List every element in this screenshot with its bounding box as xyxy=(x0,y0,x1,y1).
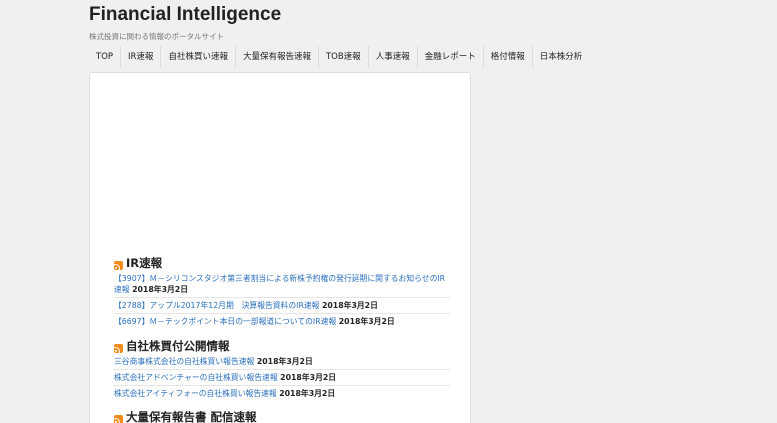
section-title: 大量保有報告書 配信速報 xyxy=(126,410,257,423)
main-nav: TOP IR速報 自社株買い速報 大量保有報告速報 TOB速報 人事速報 金融レ… xyxy=(89,46,589,68)
rss-icon[interactable] xyxy=(114,343,123,353)
news-date: 2018年3月2日 xyxy=(338,317,395,326)
news-date: 2018年3月2日 xyxy=(279,389,336,398)
news-link[interactable]: 三谷商事株式会社の自社株買い報告速報 xyxy=(114,357,254,366)
nav-rating[interactable]: 格付情報 xyxy=(484,46,533,68)
site-title[interactable]: Financial Intelligence xyxy=(89,4,281,26)
news-date: 2018年3月2日 xyxy=(132,285,189,294)
list-item: 【6697】Ｍ－テックポイント本日の一部報道についてのIR速報 2018年3月2… xyxy=(114,314,450,329)
news-link[interactable]: 株式会社アイティフォーの自社株買い報告速報 xyxy=(114,389,277,398)
news-link[interactable]: 【2788】アップル2017年12月期 決算報告資料のIR速報 xyxy=(114,301,319,310)
large-holding-section: 大量保有報告書 配信速報 xyxy=(114,409,450,423)
content-panel: IR速報 【3907】Ｍ－シリコンスタジオ第三者割当による新株予約権の発行延期に… xyxy=(89,72,471,423)
nav-finance-report[interactable]: 金融レポート xyxy=(418,46,484,68)
news-date: 2018年3月2日 xyxy=(280,373,337,382)
news-date: 2018年3月2日 xyxy=(321,301,378,310)
nav-buyback[interactable]: 自社株買い速報 xyxy=(161,46,236,68)
news-link[interactable]: 【6697】Ｍ－テックポイント本日の一部報道についてのIR速報 xyxy=(114,317,336,326)
ir-section: IR速報 【3907】Ｍ－シリコンスタジオ第三者割当による新株予約権の発行延期に… xyxy=(114,255,450,329)
nav-top[interactable]: TOP xyxy=(89,46,122,68)
buyback-section: 自社株買付公開情報 三谷商事株式会社の自社株買い報告速報 2018年3月2日 株… xyxy=(114,338,450,401)
rss-icon[interactable] xyxy=(114,414,123,423)
nav-ir[interactable]: IR速報 xyxy=(121,46,162,68)
rss-icon[interactable] xyxy=(114,260,123,270)
nav-large-holding[interactable]: 大量保有報告速報 xyxy=(236,46,319,68)
nav-jp-stock-analysis[interactable]: 日本株分析 xyxy=(533,46,590,68)
nav-tob[interactable]: TOB速報 xyxy=(319,46,369,68)
tagline: 株式投資に関わる情報のポータルサイト xyxy=(89,32,224,41)
list-item: 株式会社アイティフォーの自社株買い報告速報 2018年3月2日 xyxy=(114,386,450,401)
section-title: 自社株買付公開情報 xyxy=(126,339,230,353)
news-link[interactable]: 株式会社アドベンチャーの自社株買い報告速報 xyxy=(114,373,278,382)
news-date: 2018年3月2日 xyxy=(256,357,313,366)
list-item: 株式会社アドベンチャーの自社株買い報告速報 2018年3月2日 xyxy=(114,370,450,386)
list-item: 【3907】Ｍ－シリコンスタジオ第三者割当による新株予約権の発行延期に関するお知… xyxy=(114,271,450,298)
section-title: IR速報 xyxy=(126,256,163,270)
list-item: 三谷商事株式会社の自社株買い報告速報 2018年3月2日 xyxy=(114,354,450,370)
list-item: 【2788】アップル2017年12月期 決算報告資料のIR速報 2018年3月2… xyxy=(114,298,450,314)
nav-personnel[interactable]: 人事速報 xyxy=(369,46,418,68)
